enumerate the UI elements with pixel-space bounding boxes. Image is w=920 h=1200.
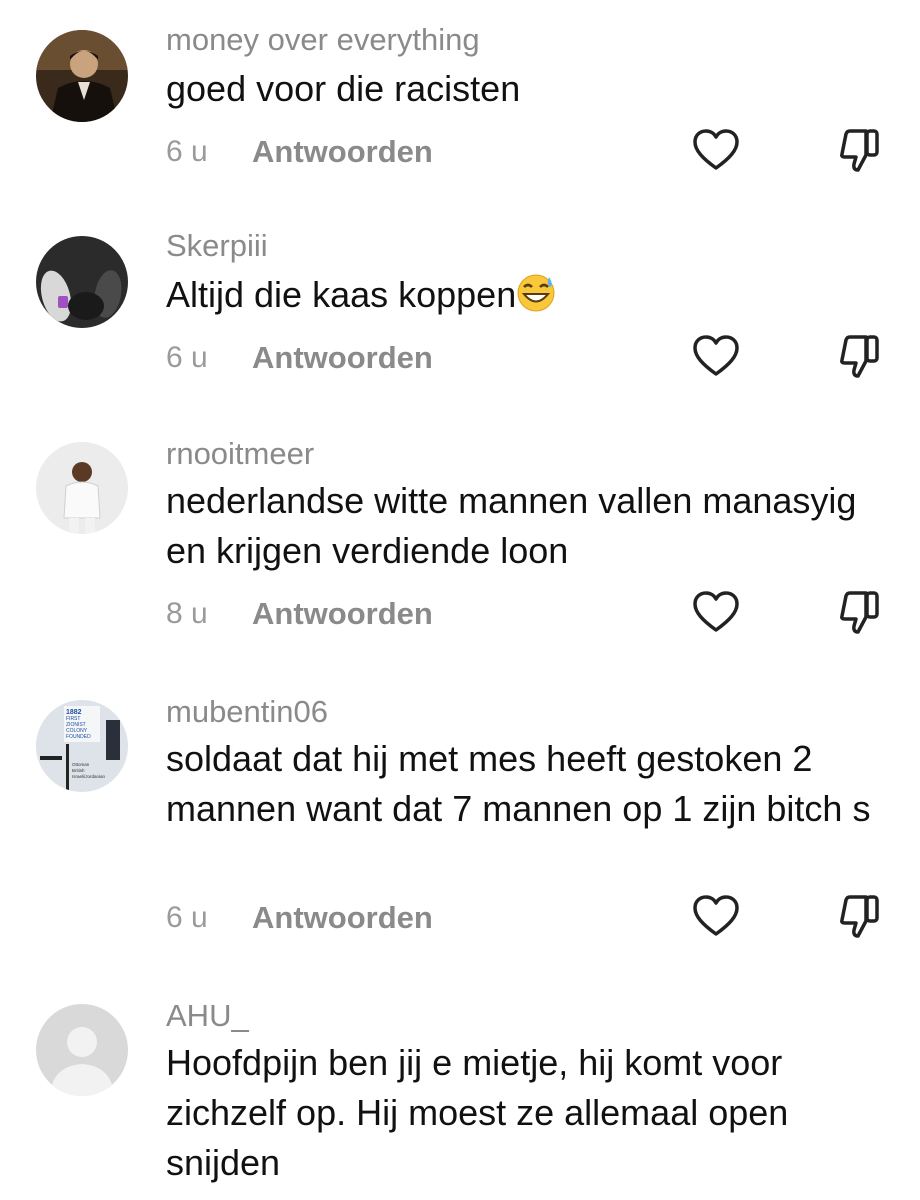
avatar-text-line: FOUNDED <box>66 734 91 740</box>
avatar-text-line: British <box>72 768 85 773</box>
map-timeline-image: 1882 FIRST ZIONIST COLONY FOUNDED Ottoma… <box>36 700 128 792</box>
comment-meta: 8 u Antwoorden <box>166 591 886 634</box>
comment-time: 6 u <box>166 901 208 934</box>
comment-meta: 6 u Antwoorden <box>166 335 886 378</box>
heart-outline-icon[interactable] <box>692 590 740 634</box>
comment-time: 6 u <box>166 341 208 374</box>
reply-button[interactable]: Antwoorden <box>252 132 433 172</box>
avatar-text-line: Ottoman <box>72 762 90 767</box>
grinning-face-with-sweat-emoji <box>517 274 555 312</box>
thumbs-down-outline-icon[interactable] <box>836 332 884 380</box>
reply-button[interactable]: Antwoorden <box>252 898 433 938</box>
comment-text-content: Altijd die kaas koppen <box>166 274 517 315</box>
comment-username[interactable]: Skerpiii <box>166 230 268 261</box>
avatar-text-line: Israeli/Jordanian <box>72 774 106 779</box>
heart-outline-icon[interactable] <box>692 334 740 378</box>
comment-text: Altijd die kaas koppen <box>166 270 886 320</box>
comment-username[interactable]: mubentin06 <box>166 696 328 727</box>
comment-text: goed voor die racisten <box>166 68 521 109</box>
comment-meta: 6 u Antwoorden <box>166 895 886 938</box>
avatar[interactable] <box>36 236 128 328</box>
avatar[interactable] <box>36 30 128 122</box>
thumbs-down-outline-icon[interactable] <box>836 892 884 940</box>
heart-outline-icon[interactable] <box>692 128 740 172</box>
comment-time: 8 u <box>166 597 208 630</box>
comment-text: Hoofdpijn ben jij e mietje, hij komt voo… <box>166 1042 789 1183</box>
thumbs-down-outline-icon[interactable] <box>836 588 884 636</box>
avatar-text-year: 1882 <box>66 709 82 716</box>
person-suit-photo <box>36 30 128 122</box>
comment-text: soldaat dat hij met mes heeft gestoken 2… <box>166 738 871 829</box>
comment-meta: 6 u Antwoorden <box>166 129 886 172</box>
avatar[interactable] <box>36 1004 128 1096</box>
avatar[interactable]: 1882 FIRST ZIONIST COLONY FOUNDED Ottoma… <box>36 700 128 792</box>
comment-username[interactable]: money over everything <box>166 24 480 55</box>
comment-time: 6 u <box>166 135 208 168</box>
reply-button[interactable]: Antwoorden <box>252 594 433 634</box>
man-white-sweater-photo <box>36 442 128 534</box>
comment-username[interactable]: rnooitmeer <box>166 438 314 469</box>
heart-outline-icon[interactable] <box>692 894 740 938</box>
comment-text: nederlandse witte mannen vallen manasyig… <box>166 480 857 571</box>
comment-username[interactable]: AHU_ <box>166 1000 249 1031</box>
reply-button[interactable]: Antwoorden <box>252 338 433 378</box>
avatar[interactable] <box>36 442 128 534</box>
default-avatar-icon <box>36 1004 128 1096</box>
thumbs-down-outline-icon[interactable] <box>836 126 884 174</box>
dark-shoes-photo <box>36 236 128 328</box>
